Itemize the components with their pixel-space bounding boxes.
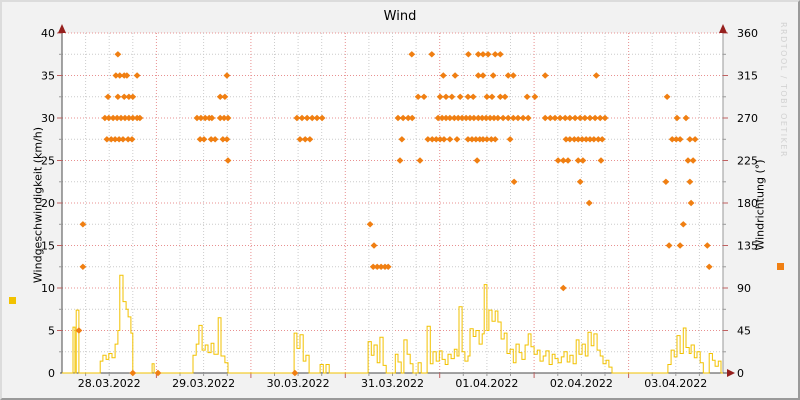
left-tick-label: 35 [41, 70, 55, 83]
left-tick-label: 5 [48, 325, 55, 338]
left-axis-arrow [58, 24, 66, 33]
right-tick-label: 180 [737, 197, 758, 210]
right-tick-label: 225 [737, 155, 758, 168]
date-label: 31.03.2022 [361, 377, 424, 390]
left-tick-label: 10 [41, 282, 55, 295]
right-tick-label: 90 [737, 282, 751, 295]
right-tick-label: 0 [737, 367, 744, 380]
left-tick-label: 30 [41, 112, 55, 125]
wind-chart: Wind Windgeschwindigkeit (km/h) Windrich… [0, 0, 800, 400]
right-tick-label: 315 [737, 70, 758, 83]
date-label: 03.04.2022 [644, 377, 707, 390]
right-axis-arrow [719, 24, 727, 33]
left-tick-label: 40 [41, 27, 55, 40]
date-label: 29.03.2022 [172, 377, 235, 390]
date-label: 30.03.2022 [267, 377, 330, 390]
right-tick-label: 360 [737, 27, 758, 40]
date-label: 02.04.2022 [550, 377, 613, 390]
right-tick-label: 45 [737, 325, 751, 338]
left-tick-label: 0 [48, 367, 55, 380]
right-tick-label: 270 [737, 112, 758, 125]
right-tick-label: 135 [737, 240, 758, 253]
date-label: 28.03.2022 [78, 377, 141, 390]
left-tick-label: 15 [41, 240, 55, 253]
plot-area: 0 5 10 15 20 25 30 35 40 0 45 90 135 180 225 270 315 360 2… [41, 24, 758, 390]
date-label: 01.04.2022 [455, 377, 518, 390]
x-axis-arrow [727, 369, 735, 377]
left-tick-label: 20 [41, 197, 55, 210]
left-tick-label: 25 [41, 155, 55, 168]
